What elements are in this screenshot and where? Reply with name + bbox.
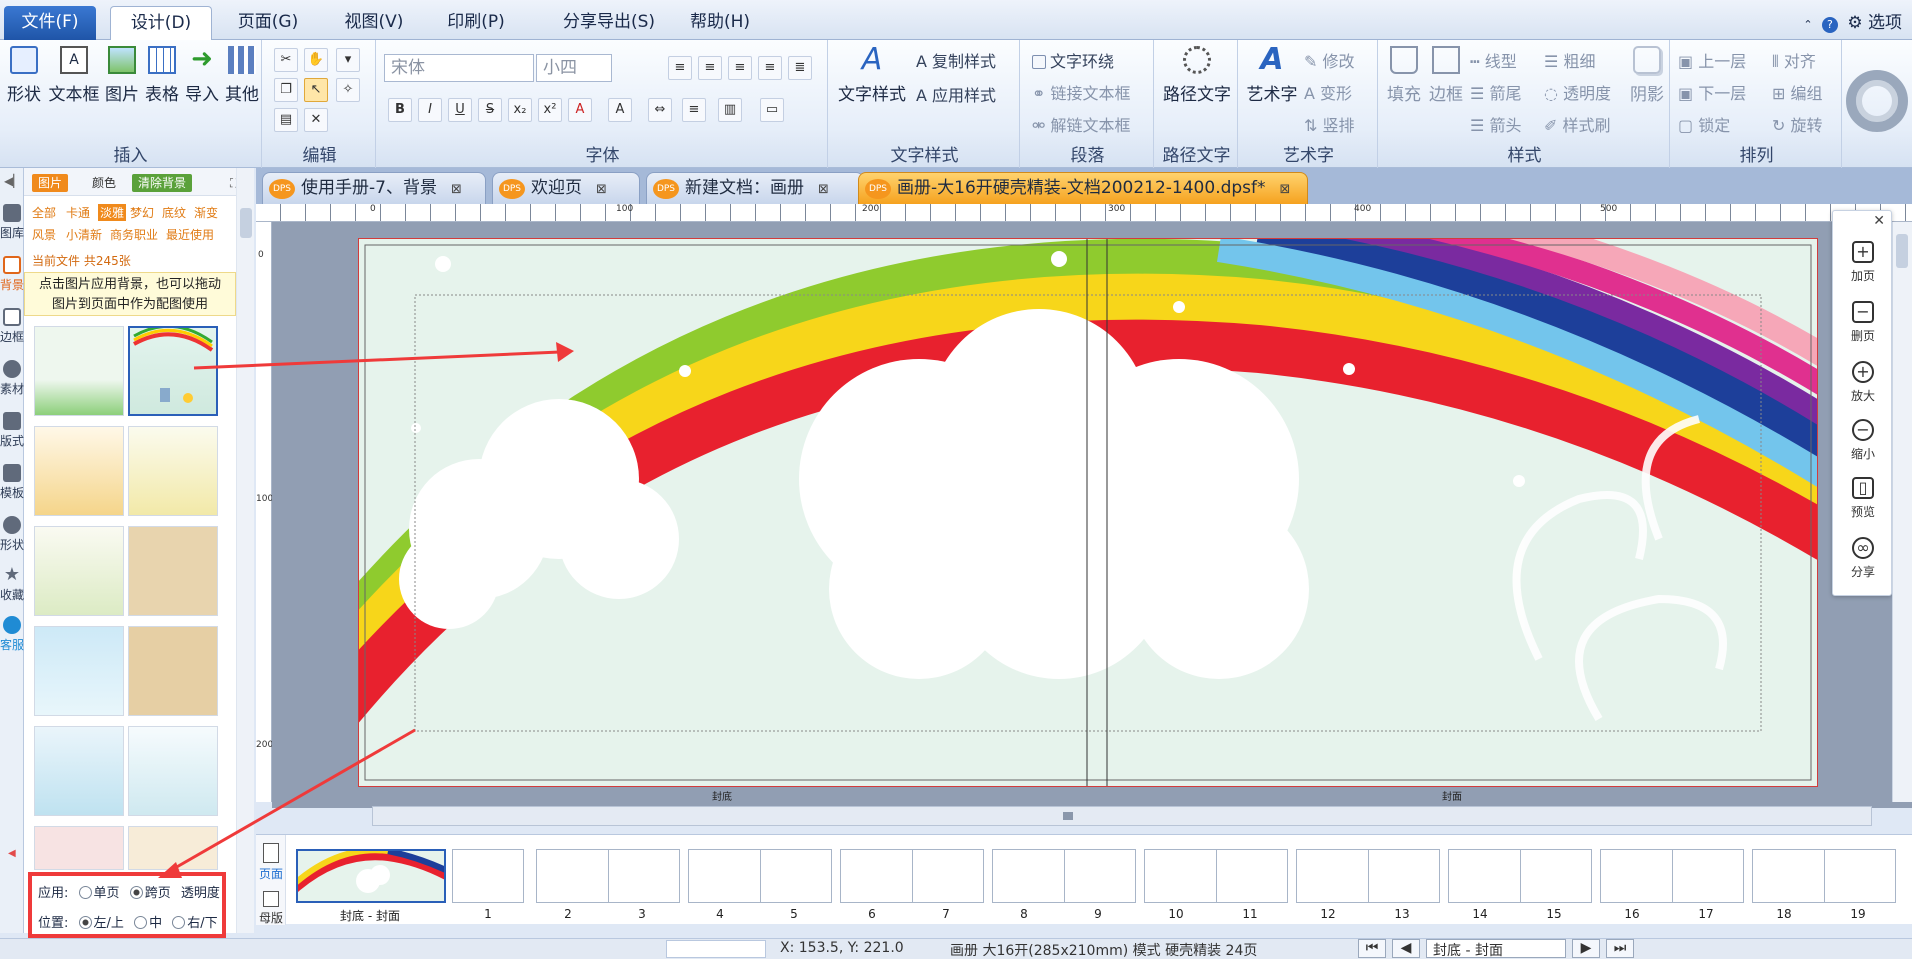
page-number: 13 [1394,907,1410,921]
page-thumbnail[interactable] [1752,849,1896,903]
page-icon [263,843,279,863]
status-bar: X: 153.5, Y: 221.0 画册 大16开(285x210mm) 模式… [0,938,1912,959]
page-number: 1 [484,907,492,921]
status-field [666,940,766,958]
share-button[interactable]: ∞ 分享 [1833,537,1893,580]
page-number: 19 [1850,907,1866,921]
last-page-button[interactable]: ⏭ [1606,939,1634,958]
page-thumbnail[interactable] [1448,849,1592,903]
page-thumbnail[interactable] [536,849,680,903]
page-thumbnail[interactable] [992,849,1136,903]
next-page-button[interactable]: ▶ [1572,939,1600,958]
page-number: 10 [1168,907,1184,921]
page-number: 17 [1698,907,1714,921]
page-number: 8 [1020,907,1028,921]
zoom-out-icon: − [1852,419,1874,441]
page-number: 4 [716,907,724,921]
page-thumbnail[interactable] [1144,849,1288,903]
strip-tabs: 页面 母版 [256,835,286,925]
zoom-in-button[interactable]: + 放大 [1833,361,1893,404]
page-thumbnail[interactable] [688,849,832,903]
close-icon[interactable]: ✕ [1873,213,1885,229]
prev-page-button[interactable]: ◀ [1392,939,1420,958]
page-number: 3 [638,907,646,921]
zoom-out-button[interactable]: − 缩小 [1833,419,1893,462]
master-icon [263,891,279,907]
wechat-icon: ∞ [1852,537,1874,559]
book-icon: ▯ [1852,477,1874,499]
delete-page-icon: − [1852,301,1874,323]
document-spec: 画册 大16开(285x210mm) 模式 硬壳精装 24页 [950,943,1258,959]
page-thumbnail[interactable] [1296,849,1440,903]
cover-thumb-image [290,847,450,901]
page-select[interactable]: 封底 - 封面 [1426,939,1566,959]
page-number: 9 [1094,907,1102,921]
cover-thumbnail[interactable] [290,847,450,903]
page-tab[interactable]: 页面 [256,843,286,882]
master-tab[interactable]: 母版 [256,891,286,926]
add-page-button[interactable]: + 加页 [1833,241,1893,284]
app-window: { "menu":{"file":"文件(F)","design":"设计(D)… [0,0,1912,959]
preview-button[interactable]: ▯ 预览 [1833,477,1893,520]
first-page-button[interactable]: ⏮ [1358,939,1386,958]
page-number: 14 [1472,907,1488,921]
scroll-thumb-grip-icon[interactable] [1063,812,1073,820]
canvas-vertical-scrollbar[interactable] [1892,222,1912,802]
canvas-horizontal-scrollbar[interactable] [372,806,1872,826]
cursor-coordinates: X: 153.5, Y: 221.0 [780,940,904,956]
scroll-thumb[interactable] [1896,234,1908,268]
page-thumbnail[interactable] [840,849,984,903]
page-number: 18 [1776,907,1792,921]
cover-label: 封底 - 封面 [340,909,400,923]
page-number: 6 [868,907,876,921]
page-number: 12 [1320,907,1336,921]
page-thumbnail[interactable] [1600,849,1744,903]
delete-page-button[interactable]: − 删页 [1833,301,1893,344]
page-number: 15 [1546,907,1562,921]
zoom-in-icon: + [1852,361,1874,383]
page-number: 7 [942,907,950,921]
quick-actions-panel: ✕ + 加页 − 删页 + 放大 − 缩小 ▯ 预览 ∞ 分享 [1832,210,1892,596]
page-number: 2 [564,907,572,921]
page-thumbnail[interactable] [452,849,524,903]
add-page-icon: + [1852,241,1874,263]
page-strip: 页面 母版 封底 - 封面 1 2 3 4 5 6 7 8 9 10 11 12… [256,834,1912,925]
page-number: 16 [1624,907,1640,921]
page-number: 5 [790,907,798,921]
page-number: 11 [1242,907,1258,921]
